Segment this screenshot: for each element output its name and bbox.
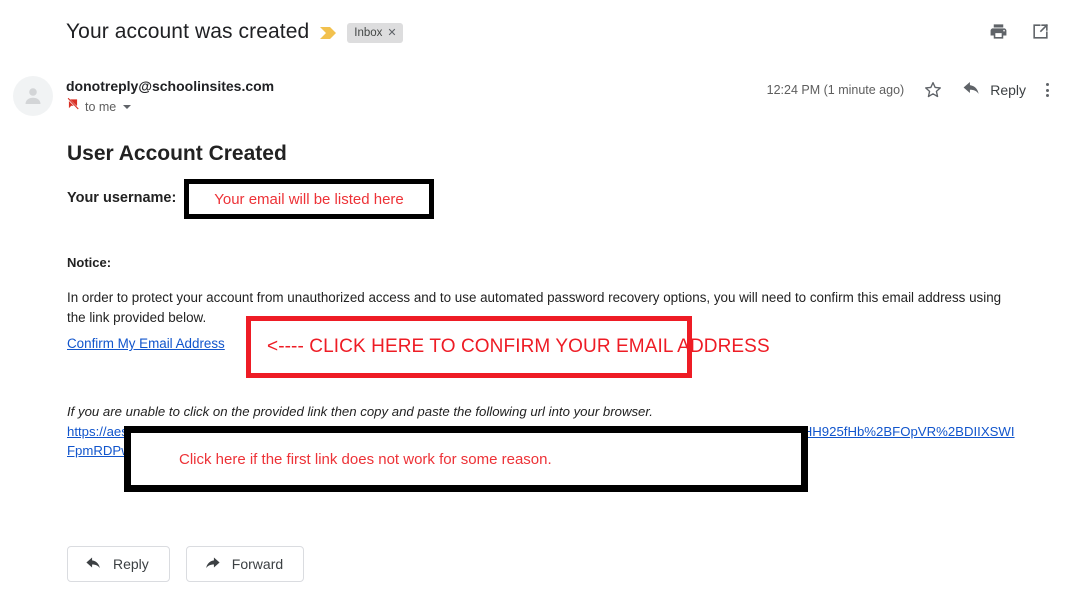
more-vertical-icon[interactable] — [1044, 81, 1051, 99]
close-icon[interactable]: ✕ — [387, 26, 396, 40]
email-header: Your account was created Inbox ✕ — [0, 0, 1065, 62]
annotation-url-text: Click here if the first link does not wo… — [179, 450, 552, 468]
notice-label: Notice: — [67, 255, 112, 270]
reply-arrow-icon — [962, 78, 981, 102]
forward-arrow-icon — [204, 554, 221, 574]
forward-button-label: Forward — [231, 556, 284, 572]
forward-button[interactable]: Forward — [185, 546, 305, 582]
username-label: Your username: — [67, 190, 177, 206]
reply-action[interactable]: Reply — [962, 78, 1026, 102]
open-in-new-window-icon[interactable] — [1029, 20, 1051, 42]
reply-button[interactable]: Reply — [67, 546, 170, 582]
annotation-url-box: Click here if the first link does not wo… — [124, 426, 808, 492]
fallback-note: If you are unable to click on the provid… — [67, 404, 653, 419]
page-title: Your account was created — [66, 20, 310, 43]
print-icon[interactable] — [987, 20, 1009, 42]
timestamp: 12:24 PM (1 minute ago) — [766, 83, 905, 97]
annotation-username-box: Your email will be listed here — [184, 179, 434, 219]
star-outline-icon[interactable] — [922, 79, 944, 101]
body-heading: User Account Created — [67, 142, 287, 165]
annotation-confirm-box: <---- CLICK HERE TO CONFIRM YOUR EMAIL A… — [246, 316, 770, 378]
recipient-line[interactable]: to me — [66, 97, 132, 116]
recipient-label: to me — [85, 99, 117, 114]
subject-row: Your account was created Inbox ✕ — [66, 18, 403, 46]
reply-arrow-icon — [85, 554, 102, 574]
label-chip-text: Inbox — [354, 27, 383, 39]
sender-block: donotreply@schoolinsites.com to me 12:24… — [0, 70, 1065, 120]
confirm-email-link[interactable]: Confirm My Email Address — [67, 336, 225, 351]
sender-address: donotreply@schoolinsites.com — [66, 78, 275, 94]
message-meta-actions: 12:24 PM (1 minute ago) Reply — [767, 78, 1051, 102]
no-reply-icon — [66, 97, 80, 116]
annotation-confirm-text: <---- CLICK HERE TO CONFIRM YOUR EMAIL A… — [267, 336, 770, 357]
important-chevron-icon[interactable] — [319, 26, 337, 40]
avatar — [13, 76, 53, 116]
reply-label: Reply — [990, 82, 1026, 98]
header-actions — [987, 20, 1051, 42]
reply-button-label: Reply — [113, 556, 149, 572]
annotation-username-text: Your email will be listed here — [214, 190, 404, 208]
chevron-down-icon[interactable] — [123, 104, 132, 109]
label-chip-inbox[interactable]: Inbox ✕ — [347, 23, 403, 43]
footer-actions: Reply Forward — [67, 546, 305, 582]
